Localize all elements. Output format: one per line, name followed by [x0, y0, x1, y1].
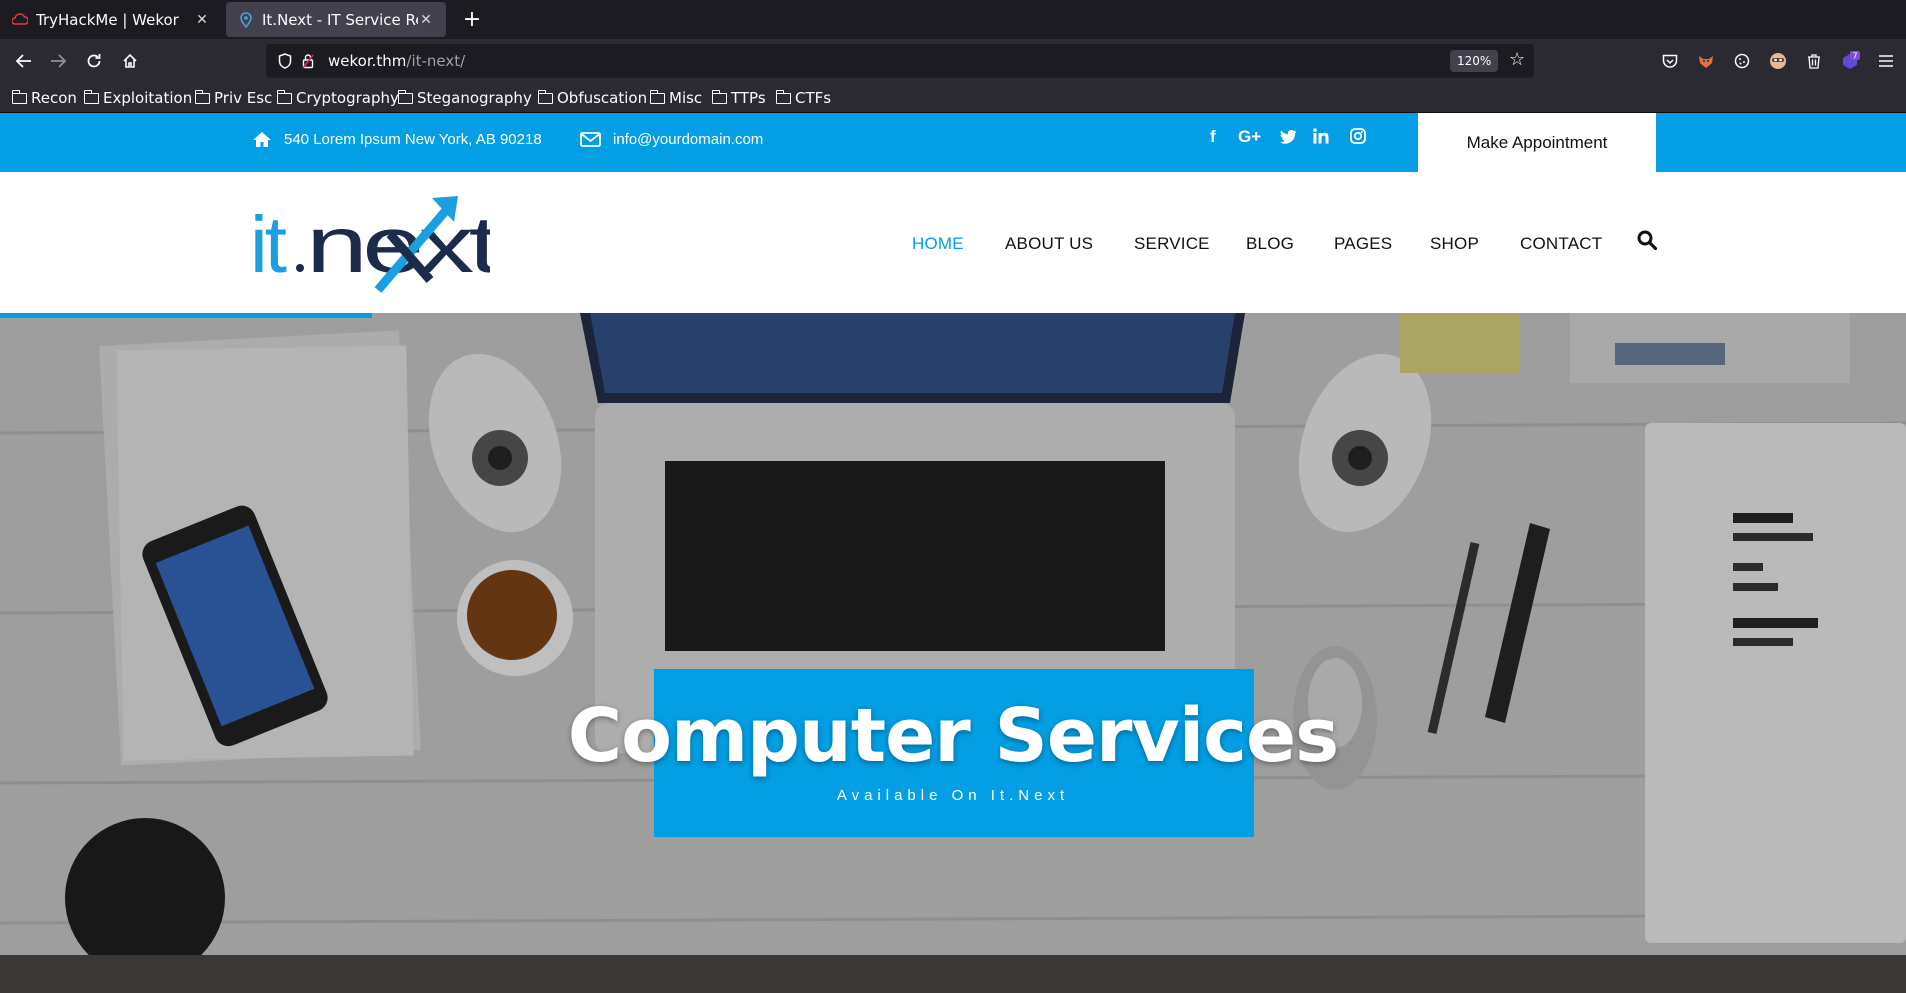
hero-desk-image [0, 313, 1906, 993]
tab-label: TryHackMe | Wekor [36, 10, 179, 29]
tab-label: It.Next - IT Service Respor [262, 10, 418, 29]
bookmark-folder-cryptography[interactable]: Cryptography [276, 88, 399, 108]
nav-home[interactable]: HOME [912, 234, 964, 254]
site-header: it next HOME ABOUT US SERVICE BLOG PAGES… [0, 172, 1906, 313]
cookie-icon[interactable] [1732, 51, 1752, 71]
hamburger-menu-icon[interactable] [1876, 51, 1896, 71]
bookmark-folder-priv-esc[interactable]: Priv Esc [194, 88, 273, 108]
new-tab-button[interactable]: + [458, 6, 486, 34]
close-tab-icon[interactable]: ✕ [418, 12, 434, 28]
email-text: info@yourdomain.com [613, 131, 764, 148]
address-bar[interactable]: wekor.thm/it-next/ 120% ☆ [266, 44, 1534, 78]
bookmark-label: Cryptography [296, 89, 399, 107]
nav-shop[interactable]: SHOP [1430, 234, 1479, 254]
tab-itnext[interactable]: It.Next - IT Service Respor ✕ [226, 2, 446, 37]
avatar-extension-icon[interactable] [1768, 51, 1788, 71]
contact-top-bar: 540 Lorem Ipsum New York, AB 90218 info@… [0, 113, 1906, 172]
bookmark-folder-ttps[interactable]: TTPs [711, 88, 766, 108]
tryhackme-favicon-icon [12, 12, 28, 28]
folder-icon [711, 89, 727, 104]
hero-banner: Computer Services Available On It.Next [0, 313, 1906, 993]
shield-icon[interactable] [278, 53, 292, 73]
bookmark-folder-recon[interactable]: Recon [11, 88, 77, 108]
extension-badge: 7 [1852, 52, 1857, 61]
next-section-strip [0, 955, 1906, 993]
bookmark-label: Recon [31, 89, 77, 107]
search-icon[interactable] [1637, 230, 1659, 252]
bookmark-label: Exploitation [103, 89, 193, 107]
trash-icon[interactable] [1804, 51, 1824, 71]
close-tab-icon[interactable]: ✕ [194, 12, 210, 28]
google-plus-icon[interactable]: G+ [1238, 127, 1261, 147]
logo-text-it: it [250, 200, 287, 289]
address-info: 540 Lorem Ipsum New York, AB 90218 [252, 131, 542, 148]
folder-icon [11, 89, 27, 104]
twitter-icon[interactable] [1280, 129, 1297, 149]
nav-pages[interactable]: PAGES [1334, 234, 1392, 254]
bookmark-folder-misc[interactable]: Misc [649, 88, 703, 108]
forward-arrow-icon[interactable] [44, 47, 72, 75]
folder-icon [194, 89, 210, 104]
url-path: /it-next/ [406, 52, 466, 70]
envelope-icon [580, 132, 601, 147]
extension-puzzle-icon[interactable]: 7 [1840, 51, 1860, 71]
bookmark-folder-ctfs[interactable]: CTFs [775, 88, 832, 108]
nav-service[interactable]: SERVICE [1134, 234, 1210, 254]
facebook-icon[interactable]: f [1210, 127, 1216, 147]
address-text: 540 Lorem Ipsum New York, AB 90218 [284, 131, 542, 148]
reload-icon[interactable] [80, 47, 108, 75]
bookmark-star-icon[interactable]: ☆ [1509, 49, 1525, 70]
pocket-icon[interactable] [1660, 51, 1680, 71]
email-info[interactable]: info@yourdomain.com [580, 131, 763, 148]
folder-icon [537, 89, 553, 104]
bookmark-label: Misc [669, 89, 703, 107]
bookmarks-toolbar: Recon Exploitation Priv Esc Cryptography… [0, 83, 1906, 113]
hero-accent-bar [0, 313, 372, 318]
tab-tryhackme[interactable]: TryHackMe | Wekor ✕ [0, 2, 222, 37]
folder-icon [649, 89, 665, 104]
folder-icon [775, 89, 791, 104]
itnext-logo[interactable]: it next [250, 194, 503, 294]
bookmark-label: Obfuscation [557, 89, 648, 107]
instagram-icon[interactable] [1350, 128, 1366, 149]
lock-icon[interactable] [302, 53, 314, 73]
back-arrow-icon[interactable] [10, 47, 38, 75]
home-icon [252, 131, 272, 148]
location-pin-icon [238, 11, 254, 28]
bookmark-label: TTPs [731, 89, 766, 107]
nav-about-us[interactable]: ABOUT US [1005, 234, 1093, 254]
hero-title: Computer Services [567, 693, 1339, 779]
bookmark-folder-obfuscation[interactable]: Obfuscation [537, 88, 648, 108]
home-icon[interactable] [116, 47, 144, 75]
bookmark-folder-steganography[interactable]: Steganography [397, 88, 532, 108]
linkedin-icon[interactable] [1313, 128, 1329, 149]
url-host: wekor.thm [328, 52, 407, 70]
zoom-level-badge[interactable]: 120% [1450, 50, 1499, 72]
folder-icon [276, 89, 292, 104]
browser-tab-bar: TryHackMe | Wekor ✕ It.Next - IT Service… [0, 0, 1906, 39]
bookmark-label: CTFs [795, 89, 832, 107]
nav-blog[interactable]: BLOG [1246, 234, 1294, 254]
url-text[interactable]: wekor.thm/it-next/ [328, 52, 465, 70]
nav-contact[interactable]: CONTACT [1520, 234, 1602, 254]
web-page: 540 Lorem Ipsum New York, AB 90218 info@… [0, 113, 1906, 993]
bookmark-folder-exploitation[interactable]: Exploitation [83, 88, 193, 108]
folder-icon [397, 89, 413, 104]
hero-subtitle: Available On It.Next [836, 787, 1070, 804]
make-appointment-button[interactable]: Make Appointment [1418, 113, 1656, 172]
browser-nav-bar: wekor.thm/it-next/ 120% ☆ 7 [0, 39, 1906, 83]
foxyproxy-icon[interactable] [1696, 51, 1716, 71]
bookmark-label: Steganography [417, 89, 532, 107]
folder-icon [83, 89, 99, 104]
bookmark-label: Priv Esc [214, 89, 273, 107]
